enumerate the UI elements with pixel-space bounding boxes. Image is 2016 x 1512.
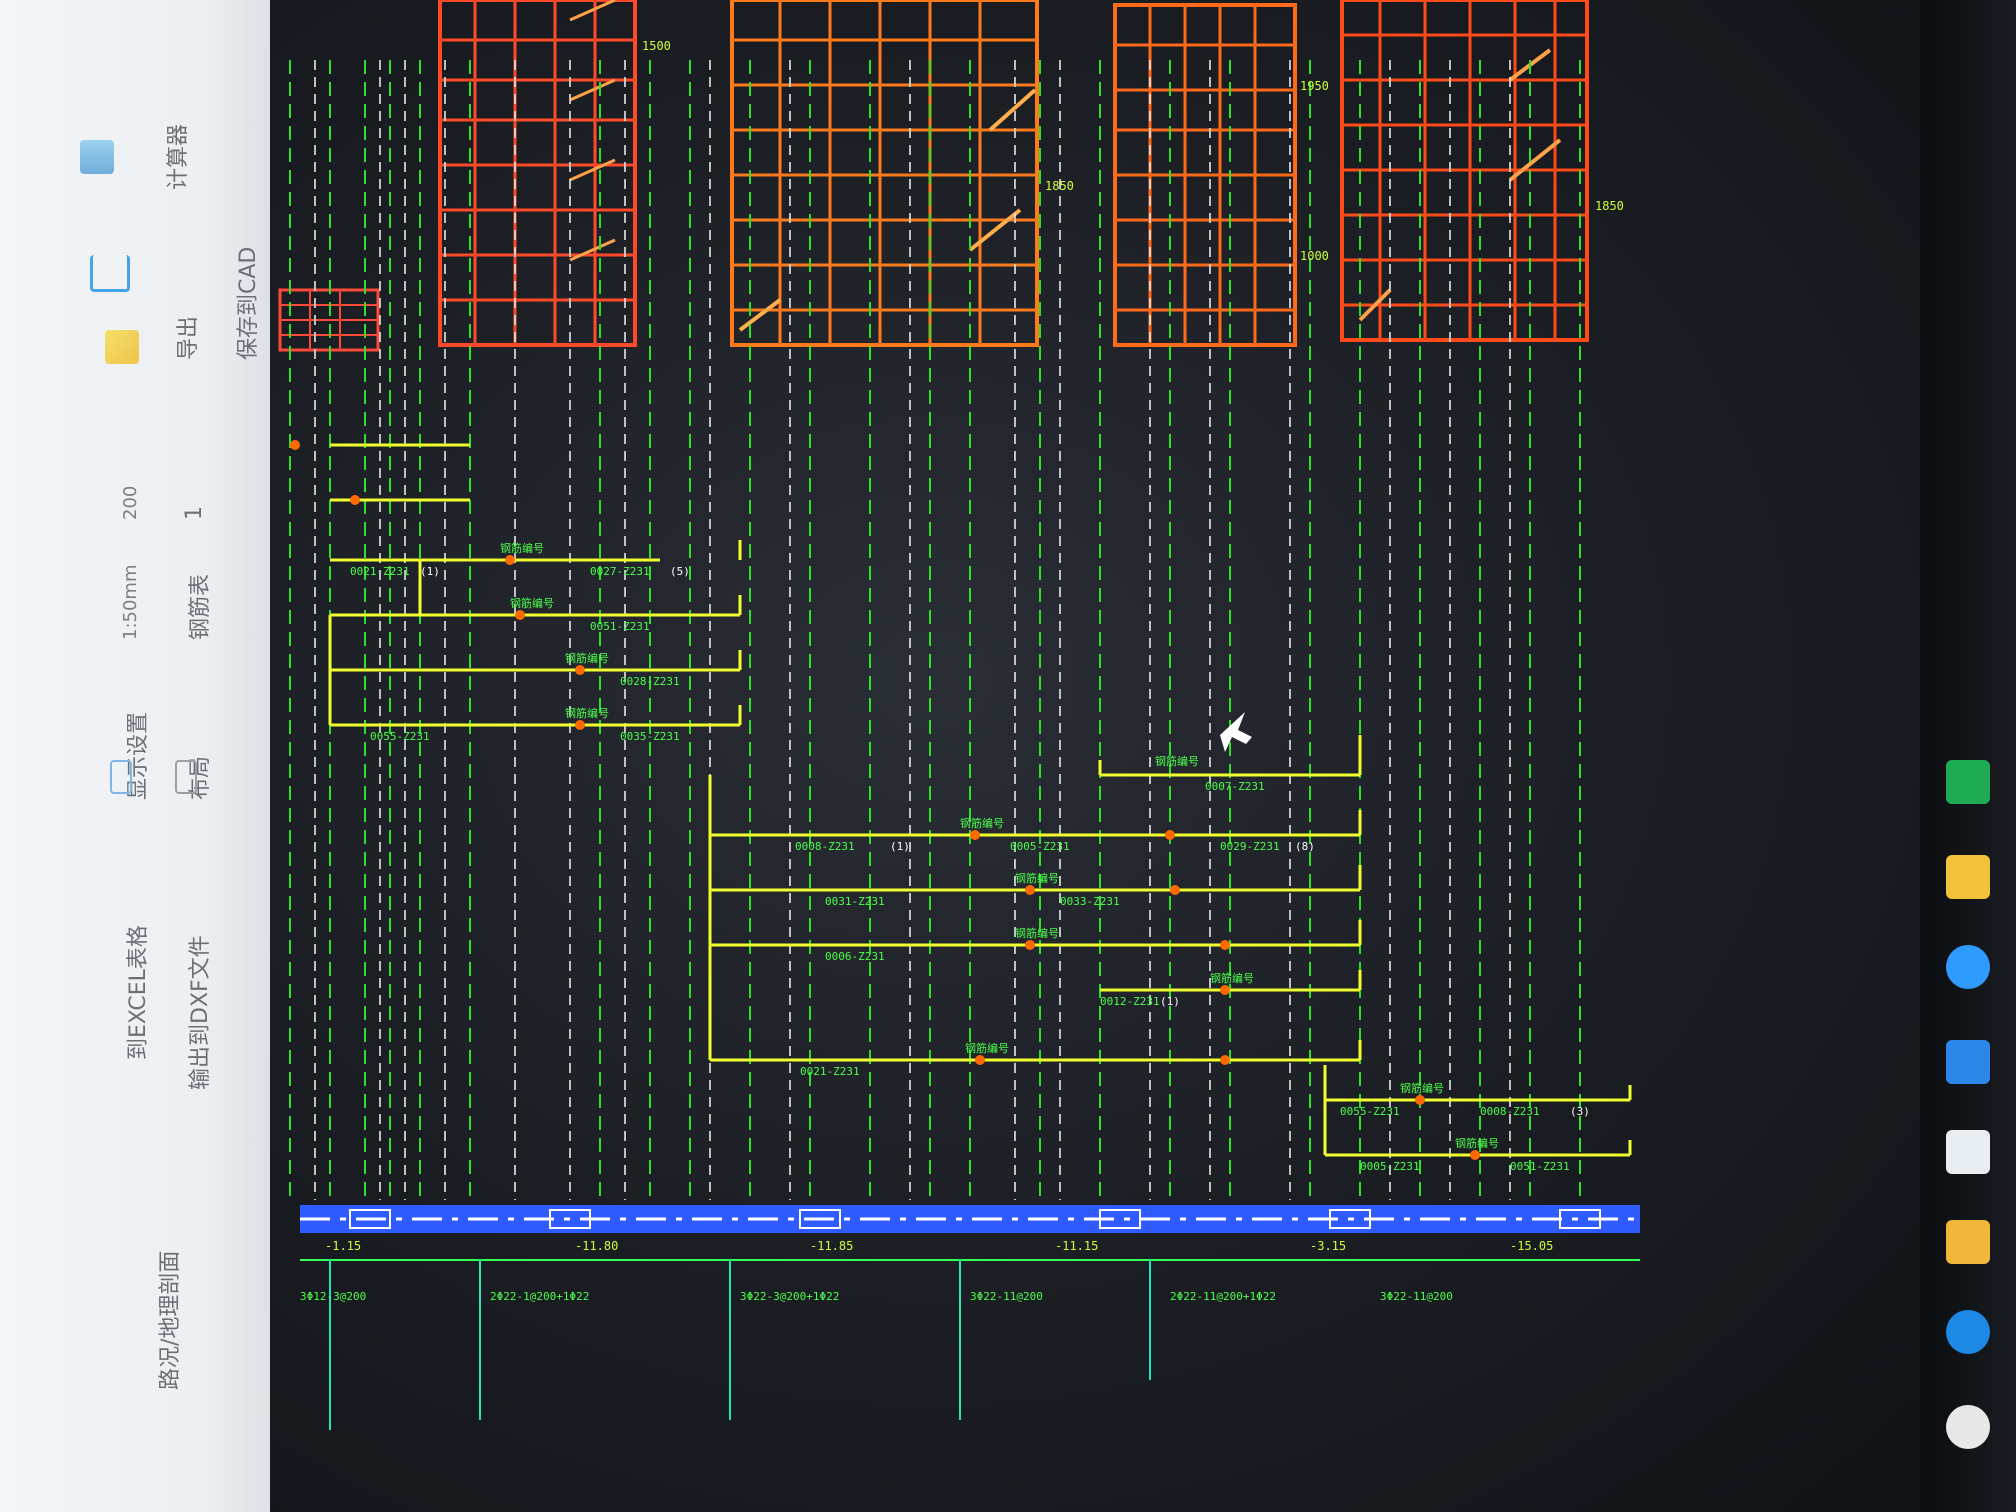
display-icon[interactable] xyxy=(110,760,132,794)
rebar-tag-label: 钢筋编号 xyxy=(1155,754,1199,768)
rebar-dots xyxy=(290,440,1480,1160)
rebar-code: 0006-Z231 xyxy=(825,950,885,963)
calculator-icon[interactable] xyxy=(80,140,114,174)
screen: 设置 输出 显示 工具 路况/地理剖面 输出到DXF文件 到EXCEL表格 显示… xyxy=(0,0,2016,1512)
rebar-code: 0035-Z231 xyxy=(620,730,680,743)
text-item-c: 200 xyxy=(120,485,141,520)
rebar-section-4 xyxy=(1113,3,1297,347)
foundation-beam xyxy=(300,1205,1640,1430)
rebar-code: 0021-Z231 xyxy=(350,565,410,578)
cad-drawing[interactable]: 钢筋编号 钢筋编号 钢筋编号 钢筋编号 钢筋编号 钢筋编号 钢筋编号 钢筋编号 … xyxy=(270,0,1920,1512)
rebar-code: 0033-Z231 xyxy=(1060,895,1120,908)
rebar-table-button[interactable]: 钢筋表 xyxy=(182,574,214,640)
rebar-tag-label: 钢筋编号 xyxy=(1015,871,1059,885)
rebar-section-3 xyxy=(730,0,1039,347)
layout-icon[interactable] xyxy=(175,760,197,794)
elevation: -1.15 xyxy=(325,1239,361,1253)
chrome-icon[interactable] xyxy=(1946,1405,1990,1449)
rebar-tag-label: 钢筋编号 xyxy=(1455,1136,1499,1150)
cad-app-icon[interactable] xyxy=(1946,760,1990,804)
save-to-cad-button[interactable]: 保存到CAD xyxy=(230,247,262,360)
rebar-code: 0005-Z231 xyxy=(1010,840,1070,853)
ribbon-toolbar: 设置 输出 显示 工具 路况/地理剖面 输出到DXF文件 到EXCEL表格 显示… xyxy=(0,0,296,1512)
cross-section-button[interactable]: 路况/地理剖面 xyxy=(152,1251,184,1390)
rebar-tag-label: 钢筋编号 xyxy=(965,1041,1009,1055)
rebar-note: 3Φ22-3@200+1Φ22 xyxy=(740,1290,839,1303)
count-mark: (8) xyxy=(1295,840,1315,853)
elevation: -11.85 xyxy=(810,1239,853,1253)
rebar-code: 0021-Z231 xyxy=(800,1065,860,1078)
rebar-note: 3Φ12-3@200 xyxy=(300,1290,366,1303)
file-explorer-icon[interactable] xyxy=(1946,1220,1990,1264)
rebar-tag-label: 钢筋编号 xyxy=(1015,926,1059,940)
rebar-note: 3Φ22-11@200 xyxy=(970,1290,1043,1303)
rebar-tag-label: 钢筋编号 xyxy=(960,816,1004,830)
elevation: -11.80 xyxy=(575,1239,618,1253)
rebar-code: 0028-Z231 xyxy=(620,675,680,688)
dimension: 1500 xyxy=(642,39,671,53)
cad-drawing-canvas[interactable]: 钢筋编号 钢筋编号 钢筋编号 钢筋编号 钢筋编号 钢筋编号 钢筋编号 钢筋编号 … xyxy=(270,0,1920,1512)
edge-icon[interactable] xyxy=(1946,1310,1990,1354)
rebar-tag-label: 钢筋编号 xyxy=(1400,1081,1444,1095)
rebar-code: 0055-Z231 xyxy=(1340,1105,1400,1118)
count-mark: (5) xyxy=(670,565,690,578)
elevation: -3.15 xyxy=(1310,1239,1346,1253)
calculator-button[interactable]: 计算器 xyxy=(160,124,192,190)
grid-axes xyxy=(289,60,1581,1200)
text-item-b: 1 xyxy=(182,506,207,520)
count-mark: (1) xyxy=(890,840,910,853)
browser-icon[interactable] xyxy=(1946,945,1990,989)
rebar-code: 0051-Z231 xyxy=(1510,1160,1570,1173)
rebar-note: 3Φ22-11@200 xyxy=(1380,1290,1453,1303)
rebar-code: 0055-Z231 xyxy=(370,730,430,743)
store-icon[interactable] xyxy=(1946,1130,1990,1174)
count-mark: (1) xyxy=(420,565,440,578)
rebar-tag-label: 钢筋编号 xyxy=(1210,971,1254,985)
elevation: -15.05 xyxy=(1510,1239,1553,1253)
rebar-code: 0012-Z231 xyxy=(1100,995,1160,1008)
count-mark: (3) xyxy=(1570,1105,1590,1118)
mouse-cursor-icon xyxy=(1220,712,1252,752)
upload-icon[interactable] xyxy=(90,255,130,292)
sticky-notes-icon[interactable] xyxy=(1946,855,1990,899)
scale-value: 1:50mm xyxy=(120,564,141,641)
rebar-section-5 xyxy=(1340,0,1589,342)
dimension: 1950 xyxy=(1300,79,1329,93)
rebar-code: 0031-Z231 xyxy=(825,895,885,908)
rebar-code: 0027-Z231 xyxy=(590,565,650,578)
elevation: -11.15 xyxy=(1055,1239,1098,1253)
rebar-section-1 xyxy=(278,288,380,352)
rebar-note: 2Φ22-11@200+1Φ22 xyxy=(1170,1290,1276,1303)
rebar-tag-label: 钢筋编号 xyxy=(500,541,544,555)
export-button[interactable]: 导出 xyxy=(170,316,202,360)
rebar-tag-label: 钢筋编号 xyxy=(510,596,554,610)
rebar-code: 0051-Z231 xyxy=(590,620,650,633)
rebar-tag-label: 钢筋编号 xyxy=(565,651,609,665)
folder-icon[interactable] xyxy=(105,330,139,364)
rebar-note: 2Φ22-1@200+1Φ22 xyxy=(490,1290,589,1303)
dimension: 1000 xyxy=(1300,249,1329,263)
count-mark: (1) xyxy=(1160,995,1180,1008)
dimension: 1850 xyxy=(1595,199,1624,213)
rebar-code: 0029-Z231 xyxy=(1220,840,1280,853)
mail-icon[interactable] xyxy=(1946,1040,1990,1084)
elevation-labels: -1.15 -11.80 -11.85 -11.15 -3.15 -15.05 xyxy=(325,1239,1553,1253)
dimension: 1850 xyxy=(1045,179,1074,193)
rebar-code: 0008-Z231 xyxy=(795,840,855,853)
bottom-notes: 3Φ12-3@200 2Φ22-1@200+1Φ22 3Φ22-3@200+1Φ… xyxy=(300,1290,1453,1303)
taskbar xyxy=(1920,0,2016,1512)
rebar-tag-label: 钢筋编号 xyxy=(565,706,609,720)
rebar-code: 0005-Z231 xyxy=(1360,1160,1420,1173)
rebar-code: 0008-Z231 xyxy=(1480,1105,1540,1118)
export-table-button[interactable]: 到EXCEL表格 xyxy=(120,925,152,1060)
rebar-code: 0007-Z231 xyxy=(1205,780,1265,793)
output-dxf-button[interactable]: 输出到DXF文件 xyxy=(182,935,214,1090)
